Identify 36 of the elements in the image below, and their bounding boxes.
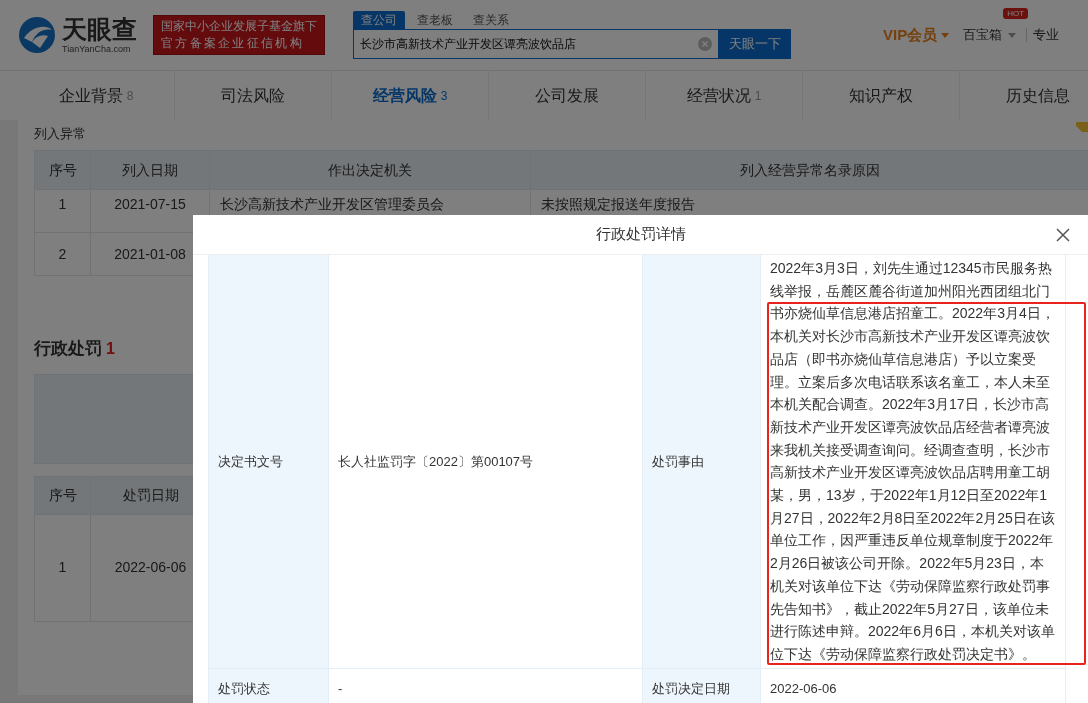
column-header: 序号 — [35, 476, 91, 514]
column-header: 作出决定机关 — [210, 151, 531, 190]
logo-icon — [18, 16, 56, 54]
search-tab[interactable]: 查老板 — [409, 11, 461, 29]
column-header: 列入经营异常名录原因 — [531, 151, 1088, 190]
field-label: 处罚事由 — [643, 255, 761, 668]
column-header: 列入日期 — [91, 151, 210, 190]
logo-domain: TianYanCha.com — [62, 44, 132, 54]
field-value: 2022-06-06 — [770, 679, 837, 698]
section-count: 1 — [106, 339, 115, 359]
caret-icon — [941, 32, 950, 38]
field-label: 决定书文号 — [209, 255, 329, 668]
section-title: 列入异常 — [34, 125, 86, 143]
search-tab[interactable]: 查关系 — [465, 11, 517, 29]
field-value: - — [338, 679, 343, 698]
search-tab[interactable]: 查公司 — [353, 11, 405, 29]
bookmark-icon — [1076, 122, 1088, 132]
field-label: 处罚决定日期 — [643, 668, 761, 703]
logo-text: 天眼查 — [62, 16, 137, 42]
tab-count: 3 — [440, 87, 448, 105]
search-field[interactable]: 长沙市高新技术产业开发区谭亮波饮品店 — [353, 29, 719, 59]
table-cell: 2 — [35, 233, 91, 276]
badge-line: 官方备案企业征信机构 — [161, 35, 305, 52]
search-button[interactable]: 天眼一下 — [719, 29, 791, 59]
column-header: 序号 — [35, 151, 91, 190]
badge-line: 国家中小企业发展子基金旗下 — [161, 18, 317, 35]
field-label: 处罚状态 — [209, 668, 329, 703]
caret-icon — [1008, 32, 1017, 38]
field-value: 长人社监罚字〔2022〕第00107号 — [338, 452, 534, 471]
section-title: 行政处罚 — [34, 338, 102, 360]
close-icon[interactable] — [1056, 228, 1070, 242]
hot-badge: HOT — [1003, 8, 1029, 20]
table-cell: 1 — [35, 514, 91, 621]
table-cell: 1 — [35, 190, 91, 233]
nav-link[interactable]: 专业 — [1033, 25, 1060, 45]
field-value: 2022年3月3日，刘先生通过12345市民服务热线举报，岳麓区麓谷街道加州阳光西团组北门书亦烧仙草信息港店招童工。2022年3月4日，本机关对长沙市高新技术产业开发区谭亮波饮品店（即书亦烧仙草信息港店）予以立案受理。立案后多次电话联系该名童工，本人未至本机关配合调查。2022年3月17日，长沙市高新技术产业开发区谭亮波饮品店经营者谭亮波来我机关接受调查询问。经调查查明，长沙市高新技术产业开发区谭亮波饮品店聘用童工胡某，男，13岁，于2022年1月12日至2022年1月27日，2022年2月8日至2022年2月25日在该单位工作，因严重违反单位规章制度于2022年2月26日被该公司开除。2022年5月23日，本机关对该单位下达《劳动保障监察行政处罚事先告知书》，截止2022年5月27日，该单位未进行陈述申辩。2022年6月6日，本机关对该单位下达《劳动保障监察行政处罚决定书》。 — [770, 259, 1056, 664]
